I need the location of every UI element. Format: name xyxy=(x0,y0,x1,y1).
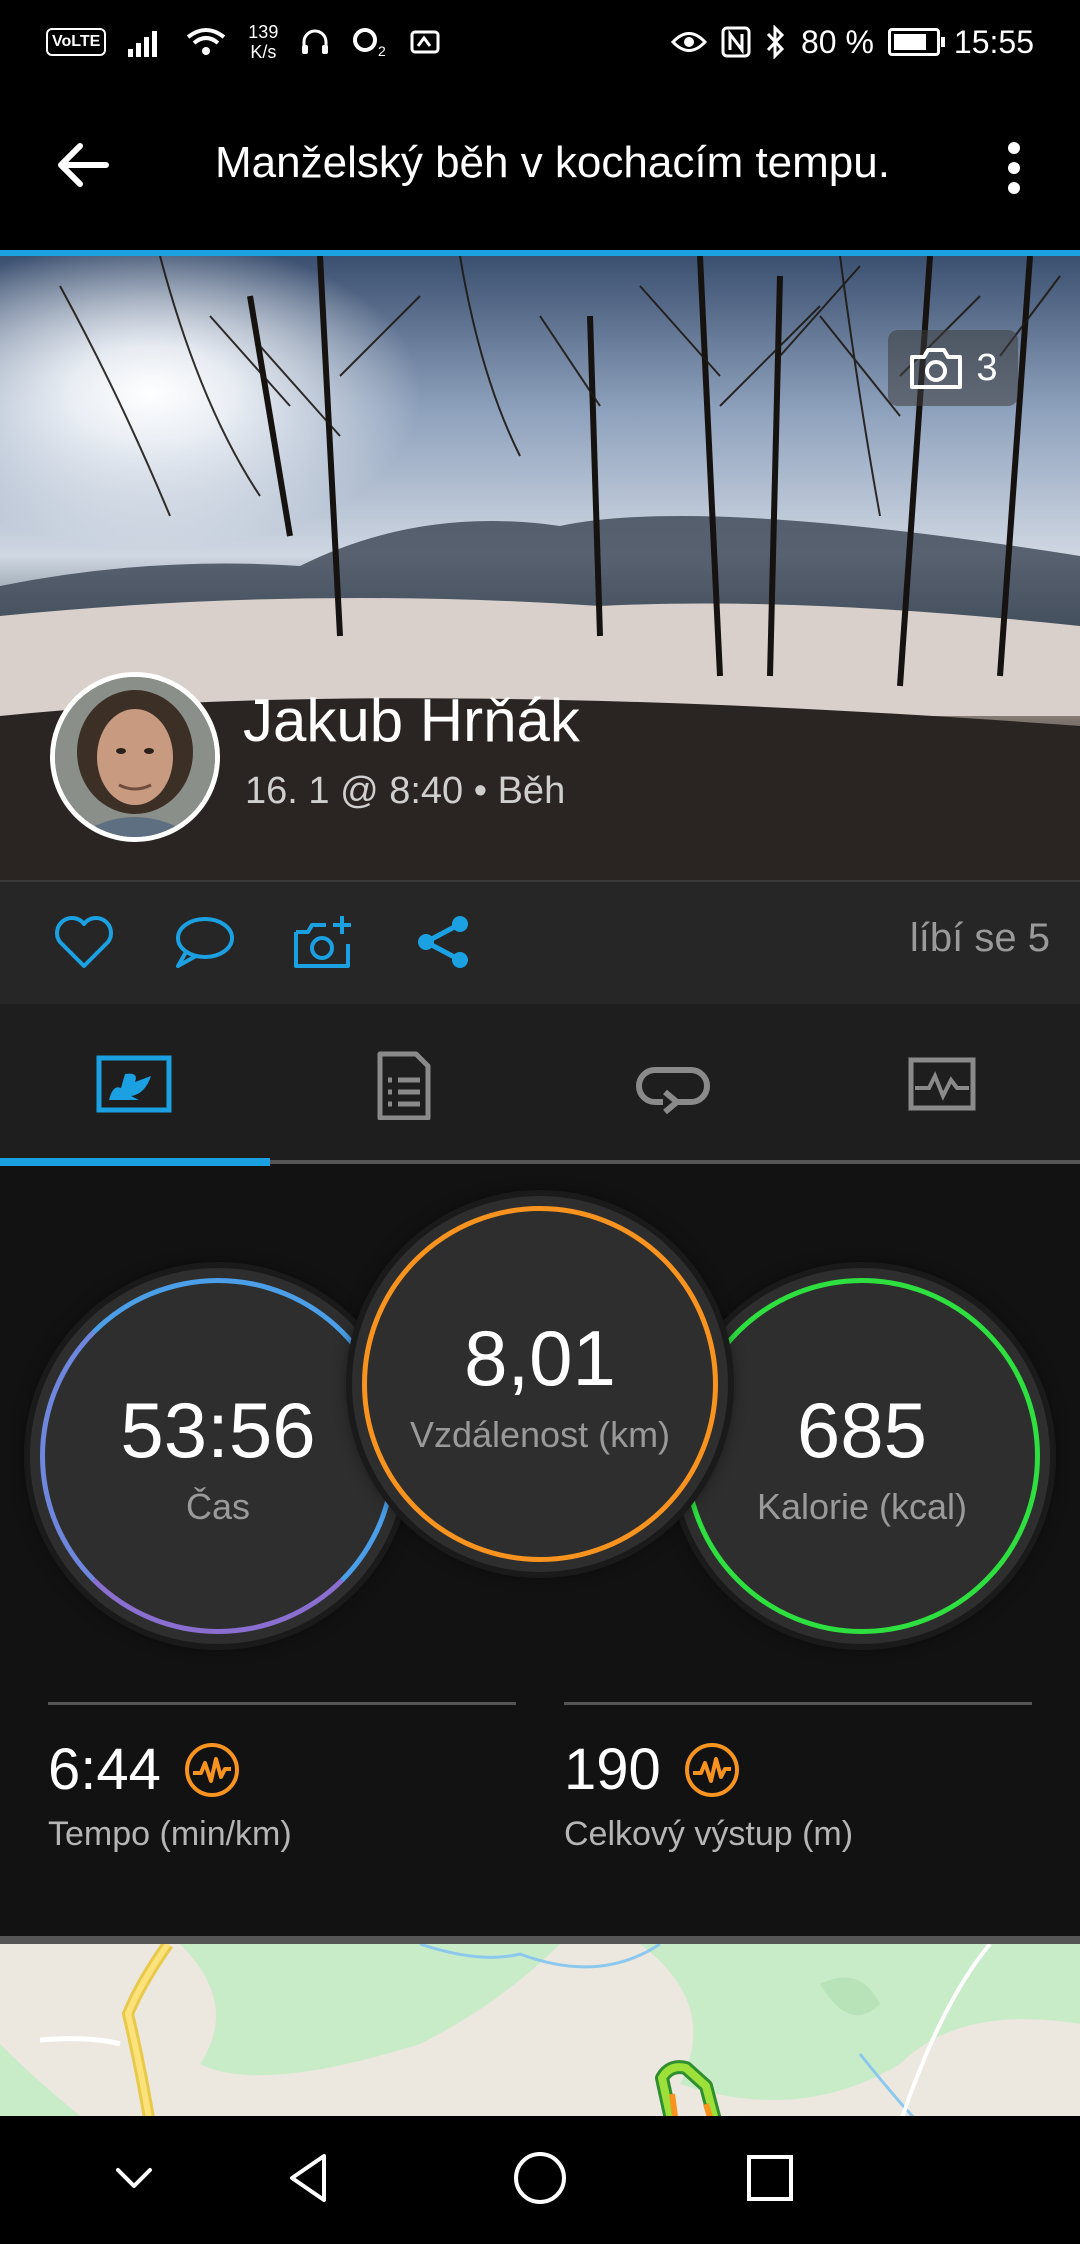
clock: 15:55 xyxy=(953,23,1034,60)
laps-icon xyxy=(636,1067,710,1115)
ascent-divider xyxy=(564,1702,1032,1705)
calories-label: Kalorie (kcal) xyxy=(756,1485,968,1527)
pace-divider xyxy=(48,1702,516,1705)
more-options-button[interactable] xyxy=(990,138,1038,198)
overview-icon xyxy=(96,1055,172,1113)
ascent-label: Celkový výstup (m) xyxy=(564,1815,854,1853)
calories-value: 685 xyxy=(796,1385,928,1474)
svg-text:2: 2 xyxy=(378,43,386,58)
map-image xyxy=(0,1944,1080,2124)
details-icon xyxy=(377,1051,431,1121)
network-speed: 139 K/s xyxy=(248,22,279,62)
heart-icon xyxy=(55,916,113,968)
nav-recents-button[interactable] xyxy=(740,2148,800,2208)
bluetooth-icon xyxy=(766,25,785,59)
pace-value: 6:44 xyxy=(48,1737,161,1802)
time-value: 53:56 xyxy=(120,1385,316,1474)
eye-icon xyxy=(670,32,707,52)
likes-count[interactable]: líbí se 5 xyxy=(910,916,1050,961)
distance-value: 8,01 xyxy=(464,1313,616,1402)
nav-hide-button[interactable] xyxy=(104,2148,164,2208)
chevron-down-icon xyxy=(116,2168,152,2188)
user-name[interactable]: Jakub Hrňák xyxy=(243,686,580,755)
time-stat[interactable]: 53:56 Čas xyxy=(40,1278,396,1634)
comment-button[interactable] xyxy=(172,912,236,972)
add-photo-icon xyxy=(294,916,351,968)
back-arrow-icon xyxy=(58,143,109,187)
wifi-icon xyxy=(187,28,226,55)
nav-home-icon xyxy=(514,2152,566,2204)
back-button[interactable] xyxy=(50,130,120,200)
route-map[interactable] xyxy=(0,1936,1080,2124)
tab-charts[interactable] xyxy=(903,1050,983,1120)
camera-icon xyxy=(910,348,963,389)
share-button[interactable] xyxy=(412,912,476,972)
nav-recents-icon xyxy=(747,2155,793,2201)
avatar-image xyxy=(55,677,215,837)
more-vert-icon xyxy=(1008,142,1020,194)
nav-back-icon xyxy=(290,2154,326,2202)
ascent-value: 190 xyxy=(564,1737,661,1802)
pace-row[interactable]: 6:44 xyxy=(48,1736,241,1803)
activity-meta: 16. 1 @ 8:40 • Běh xyxy=(245,770,566,812)
ascent-row[interactable]: 190 xyxy=(564,1736,741,1803)
avatar[interactable] xyxy=(50,672,220,842)
photo-count: 3 xyxy=(976,346,998,389)
tab-details[interactable] xyxy=(364,1050,444,1121)
comment-icon xyxy=(176,917,234,968)
nav-home-button[interactable] xyxy=(510,2148,570,2208)
chart-icon xyxy=(908,1057,976,1111)
signal-icon xyxy=(128,31,158,57)
like-button[interactable] xyxy=(52,912,116,972)
distance-stat[interactable]: 8,01 Vzdálenost (km) xyxy=(362,1206,718,1562)
tab-laps[interactable] xyxy=(633,1050,713,1120)
activity-badge-icon xyxy=(684,1742,739,1797)
notification-icon xyxy=(410,30,440,54)
calories-stat[interactable]: 685 Kalorie (kcal) xyxy=(684,1278,1040,1634)
tab-selected-indicator xyxy=(0,1158,270,1166)
nfc-icon xyxy=(721,26,751,58)
photo-count-badge[interactable]: 3 xyxy=(888,330,1018,406)
battery-icon xyxy=(887,28,945,56)
volte-badge: VoLTE xyxy=(46,28,107,56)
headset-icon xyxy=(302,29,329,54)
activity-badge-icon xyxy=(184,1742,239,1797)
o2-icon: 2 xyxy=(353,28,386,58)
tab-overview[interactable] xyxy=(95,1050,175,1120)
add-photo-button[interactable] xyxy=(292,912,356,972)
battery-percent: 80 % xyxy=(800,23,874,60)
status-right: 80 % 15:55 xyxy=(670,18,1034,66)
status-left: VoLTE 139 K/s 2 xyxy=(46,18,444,66)
time-label: Čas xyxy=(185,1485,251,1527)
page-title: Manželský běh v kochacím tempu. xyxy=(215,138,890,187)
pace-label: Tempo (min/km) xyxy=(48,1815,292,1853)
share-icon xyxy=(418,916,468,968)
distance-label: Vzdálenost (km) xyxy=(409,1413,671,1455)
nav-back-button[interactable] xyxy=(280,2148,340,2208)
